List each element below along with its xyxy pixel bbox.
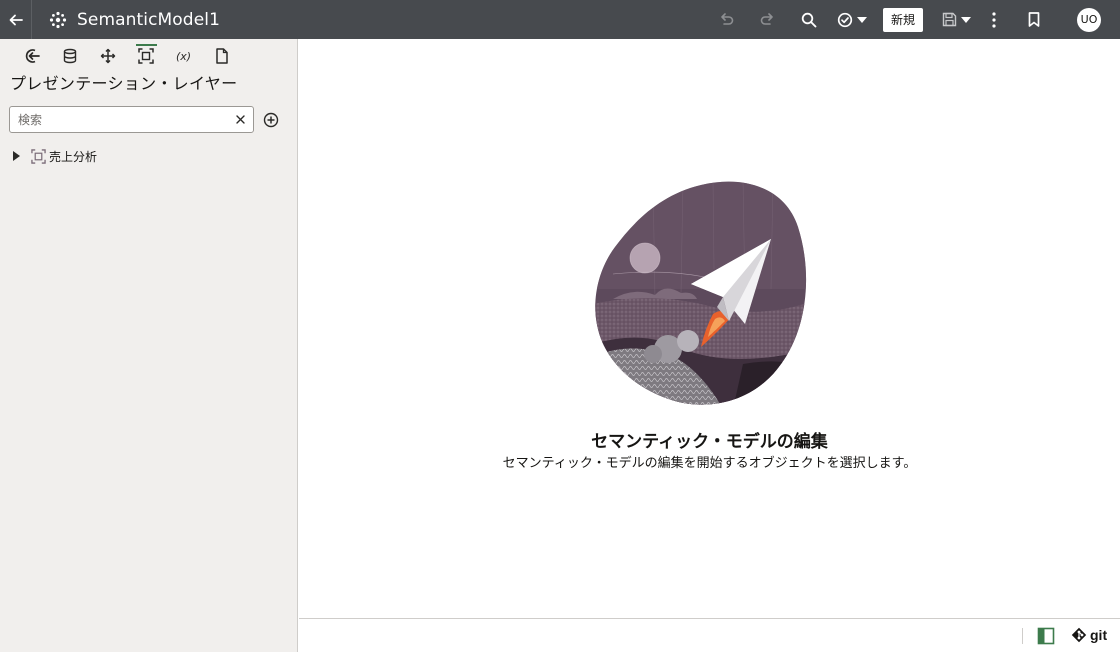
undo-icon <box>721 12 734 25</box>
document-tool[interactable] <box>203 41 241 71</box>
panel-layout-icon <box>1037 627 1055 645</box>
physical-layer-tool[interactable] <box>13 41 51 71</box>
git-label: git <box>1090 627 1108 643</box>
expand-toggle[interactable] <box>10 150 22 162</box>
close-icon <box>235 115 245 124</box>
caret-right-icon <box>13 151 20 161</box>
more-actions-button[interactable] <box>977 0 1011 39</box>
panel-heading: プレゼンテーション・レイヤー <box>10 74 238 93</box>
divider <box>1022 628 1023 644</box>
model-title: SemanticModel1 <box>77 9 220 30</box>
user-avatar[interactable]: UO <box>1077 7 1101 32</box>
chevron-down-icon <box>856 16 867 23</box>
app-header: SemanticModel1 新規 UO <box>0 0 1120 39</box>
save-menu-button[interactable] <box>935 0 977 39</box>
presentation-layer-icon <box>138 47 154 64</box>
toggle-panel-button[interactable] <box>1037 627 1055 645</box>
svg-text:(x): (x) <box>176 50 191 63</box>
validate-menu-button[interactable] <box>829 0 875 39</box>
empty-state-subtitle: セマンティック・モデルの編集を開始するオブジェクトを選択します。 <box>502 456 917 471</box>
chevron-down-icon <box>960 16 971 23</box>
tree-item-subject-area[interactable]: 売上分析 <box>10 147 297 165</box>
variables-tool[interactable]: (x) <box>165 41 203 71</box>
tree-item-label: 売上分析 <box>49 149 98 164</box>
database-icon <box>63 48 77 63</box>
git-icon <box>1071 627 1087 643</box>
search-row <box>9 106 297 133</box>
search-input[interactable] <box>18 112 233 127</box>
check-circle-icon <box>837 12 853 27</box>
clear-search-button[interactable] <box>233 113 247 127</box>
back-button[interactable] <box>0 0 32 39</box>
bookmark-button[interactable] <box>1011 0 1057 39</box>
empty-state-title: セマンティック・モデルの編集 <box>591 432 828 452</box>
logical-layer-icon <box>100 48 116 63</box>
undo-button[interactable] <box>705 0 747 39</box>
back-arrow-icon <box>9 14 23 25</box>
document-icon <box>216 47 228 64</box>
subject-area-icon <box>30 148 46 164</box>
redo-button[interactable] <box>747 0 789 39</box>
search-box <box>9 106 254 133</box>
paper-plane-illustration <box>595 181 807 405</box>
database-tool[interactable] <box>51 41 89 71</box>
search-button[interactable] <box>789 0 829 39</box>
search-icon <box>801 12 817 27</box>
editor-canvas: セマンティック・モデルの編集 セマンティック・モデルの編集を開始するオブジェクト… <box>299 39 1120 618</box>
bookmark-icon <box>1028 12 1040 27</box>
physical-layer-icon <box>25 48 40 63</box>
new-button[interactable]: 新規 <box>882 7 923 32</box>
layer-toolbar: (x) <box>0 39 297 72</box>
add-button[interactable] <box>262 111 280 129</box>
presentation-layer-tool[interactable] <box>127 41 165 71</box>
status-bar: git <box>299 618 1120 652</box>
logical-layer-tool[interactable] <box>89 41 127 71</box>
sidebar: (x) プレゼンテーション・レイヤー 売上分析 <box>0 39 298 652</box>
variables-icon: (x) <box>176 50 191 63</box>
save-icon <box>942 12 956 27</box>
more-vertical-icon <box>992 11 996 28</box>
git-button[interactable]: git <box>1071 627 1107 643</box>
add-circle-icon <box>263 112 279 127</box>
redo-icon <box>760 12 773 25</box>
semantic-model-icon <box>48 10 68 30</box>
